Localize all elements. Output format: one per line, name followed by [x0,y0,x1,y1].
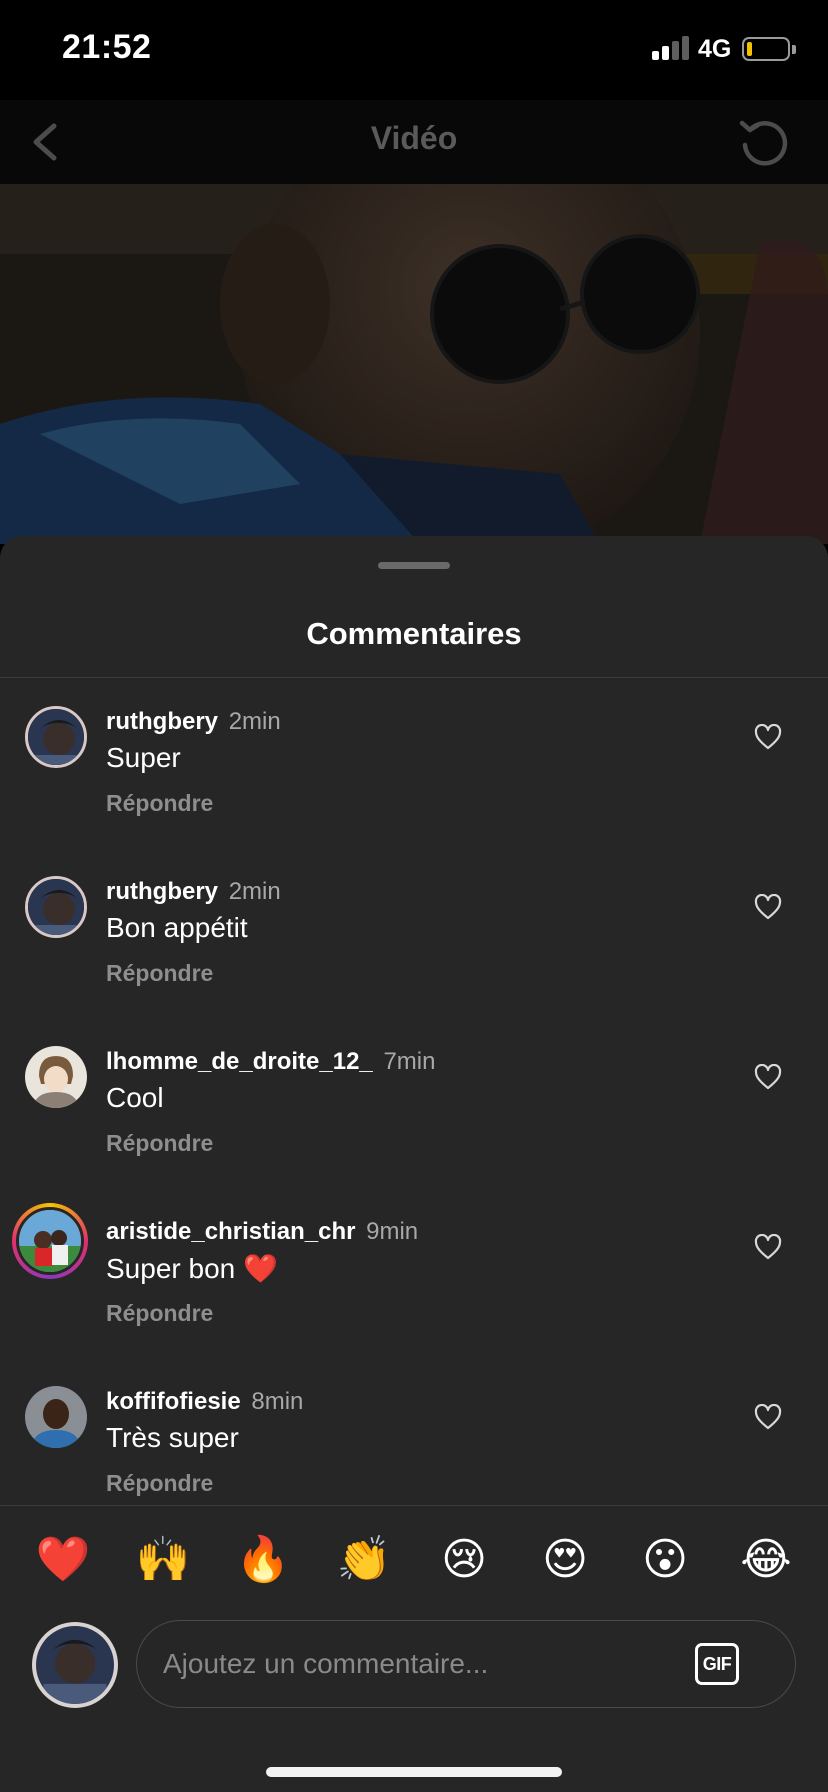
reply-button[interactable]: Répondre [106,960,213,987]
heart-icon[interactable] [754,1403,782,1430]
username-text: koffifofiesie [106,1388,241,1415]
comment-list[interactable]: ruthgbery 2min Super Répondre ruthgbery … [0,678,828,1644]
username-text: aristide_christian_chr [106,1218,356,1245]
avatar[interactable] [25,706,87,768]
nav-bar: Vidéo [0,100,828,184]
comment-text: Bon appétit [106,912,248,943]
heart-icon[interactable] [754,723,782,750]
network-type: 4G [698,35,732,63]
username-text: ruthgbery [106,708,219,735]
emoji-fire-button[interactable]: 🔥 [233,1530,293,1590]
comment-text: Super [106,742,181,773]
heart-icon[interactable] [754,893,782,920]
cellular-signal-icon [652,36,690,60]
avatar[interactable] [25,1386,87,1448]
sheet-title: Commentaires [306,616,522,651]
heart-icon[interactable] [754,1233,782,1260]
comment-time: 7min [383,1048,436,1075]
comment-time: 2min [228,708,281,735]
emoji-heart-button[interactable]: ❤️ [33,1530,93,1590]
story-ring-avatar[interactable] [12,1203,88,1279]
username-text: ruthgbery [106,878,219,905]
comments-sheet: Commentaires ruthgbery 2min Super Répond… [0,536,828,1792]
comment-item: koffifofiesie 8min Très super Répondre [0,1358,828,1528]
comment-username[interactable]: ruthgbery 2min [106,708,281,736]
emoji-surprised-button[interactable]: 😮 [635,1530,695,1590]
emoji-heart-eyes-button[interactable]: 😍 [535,1530,595,1590]
emoji-clap-button[interactable]: 👏 [334,1530,394,1590]
divider [0,1505,828,1506]
emoji-laugh-button[interactable]: 😂 [736,1530,796,1590]
username-text: lhomme_de_droite_12_ [106,1048,373,1075]
screen: 21:52 4G Vidéo Commentaires ruthgbery 2m… [0,0,828,1792]
comment-time: 2min [228,878,281,905]
comment-item: lhomme_de_droite_12_ 7min Cool Répondre [0,1018,828,1188]
video-preview[interactable] [0,184,828,544]
reply-button[interactable]: Répondre [106,1300,213,1327]
home-indicator [266,1767,562,1777]
comment-item: ruthgbery 2min Super Répondre [0,678,828,848]
emoji-raised-hands-button[interactable]: 🙌 [133,1530,193,1590]
comment-username[interactable]: aristide_christian_chr 9min [106,1218,418,1246]
emoji-cry-button[interactable]: 😢 [434,1530,494,1590]
comment-username[interactable]: koffifofiesie 8min [106,1388,303,1416]
comment-username[interactable]: ruthgbery 2min [106,878,281,906]
battery-tip [792,45,796,54]
comment-text: Cool [106,1082,164,1113]
status-bar: 21:52 4G [0,0,828,100]
comment-input-box: GIF [136,1620,796,1708]
reply-button[interactable]: Répondre [106,790,213,817]
page-title: Vidéo [370,120,458,156]
comment-username[interactable]: lhomme_de_droite_12_ 7min [106,1048,435,1076]
comment-time: 8min [251,1388,304,1415]
comment-item: aristide_christian_chr 9min Super bon ❤️… [0,1188,828,1358]
comment-input[interactable] [163,1621,683,1707]
avatar[interactable] [25,876,87,938]
current-user-avatar[interactable] [32,1622,118,1708]
comment-item: ruthgbery 2min Bon appétit Répondre [0,848,828,1018]
avatar [36,1626,114,1704]
status-time: 21:52 [62,28,152,66]
avatar[interactable] [25,1046,87,1108]
reply-button[interactable]: Répondre [106,1470,213,1497]
battery-icon [742,37,790,61]
comment-time: 9min [366,1218,419,1245]
refresh-icon[interactable] [736,114,792,170]
emoji-quick-bar: ❤️ 🙌 🔥 👏 😢 😍 😮 😂 [0,1530,828,1590]
comment-text: Super bon ❤️ [106,1253,278,1284]
heart-icon[interactable] [754,1063,782,1090]
comment-text: Très super [106,1422,239,1453]
gif-button[interactable]: GIF [695,1643,739,1685]
video-frame-image [0,184,828,544]
reply-button[interactable]: Répondre [106,1130,213,1157]
battery-level [747,42,752,56]
sheet-grabber[interactable] [378,562,450,569]
avatar [16,1207,84,1275]
